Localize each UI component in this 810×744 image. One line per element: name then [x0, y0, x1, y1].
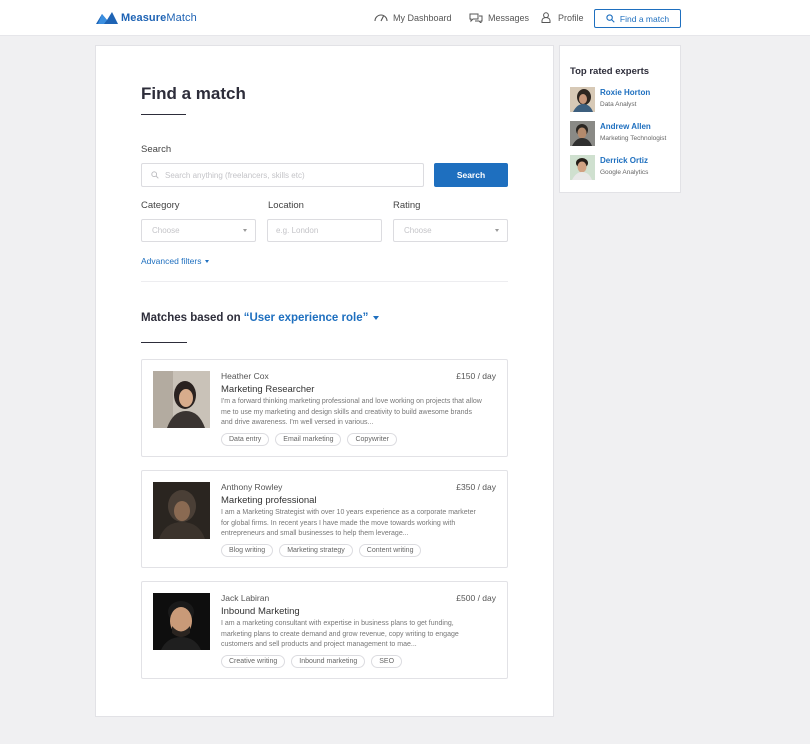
- chevron-down-icon: [495, 229, 499, 232]
- expert-name[interactable]: Jack Labiran: [221, 593, 269, 603]
- brand-name: MeasureMatch: [121, 12, 197, 24]
- expert-name[interactable]: Heather Cox: [221, 371, 269, 381]
- advanced-filters-toggle[interactable]: Advanced filters: [141, 256, 210, 266]
- location-label: Location: [268, 200, 304, 211]
- expert-rate: £350 / day: [456, 482, 496, 492]
- top-expert-name[interactable]: Derrick Ortiz: [600, 156, 648, 165]
- expert-photo: [153, 482, 210, 539]
- location-input[interactable]: e.g. London: [267, 219, 382, 242]
- skill-tag[interactable]: Email marketing: [275, 433, 342, 446]
- skill-tag[interactable]: Inbound marketing: [291, 655, 366, 668]
- nav-profile-label: Profile: [558, 12, 584, 23]
- expert-description: I'm a forward thinking marketing profess…: [221, 398, 482, 426]
- find-a-match-label: Find a match: [619, 13, 670, 24]
- chat-bubbles-icon: [469, 13, 483, 23]
- search-placeholder: Search anything (freelancers, skills etc…: [165, 170, 305, 180]
- category-select[interactable]: Choose: [141, 219, 256, 242]
- location-placeholder: e.g. London: [276, 226, 319, 235]
- skill-tags: Data entry Email marketing Copywriter: [221, 433, 403, 446]
- skill-tags: Creative writing Inbound marketing SEO: [221, 655, 408, 668]
- expert-role: Inbound Marketing: [221, 606, 300, 617]
- avatar: [570, 155, 595, 180]
- match-card[interactable]: Anthony Rowley £350 / day Marketing prof…: [141, 470, 508, 568]
- expert-role: Marketing professional: [221, 495, 317, 506]
- expert-photo: [153, 593, 210, 650]
- top-expert-title: Google Analytics: [600, 169, 649, 176]
- skill-tags: Blog writing Marketing strategy Content …: [221, 544, 427, 557]
- skill-tag[interactable]: Copywriter: [347, 433, 397, 446]
- avatar: [570, 87, 595, 112]
- nav-my-dashboard-label: My Dashboard: [393, 12, 452, 23]
- top-expert-item[interactable]: Derrick Ortiz Google Analytics: [570, 155, 680, 183]
- skill-tag[interactable]: Blog writing: [221, 544, 274, 557]
- matches-prefix: Matches based on: [141, 312, 241, 324]
- search-icon: [151, 171, 159, 179]
- nav-messages-label: Messages: [488, 12, 530, 23]
- avatar: [570, 121, 595, 146]
- category-label: Category: [141, 200, 180, 211]
- matches-heading: Matches based on “User experience role”: [141, 312, 380, 324]
- advanced-filters-label: Advanced filters: [141, 256, 202, 266]
- expert-rate: £150 / day: [456, 371, 496, 381]
- brand-logo[interactable]: MeasureMatch: [96, 11, 197, 25]
- title-underline: [141, 114, 186, 115]
- page-title: Find a match: [141, 84, 246, 103]
- top-expert-name[interactable]: Roxie Horton: [600, 88, 650, 97]
- rating-select[interactable]: Choose: [393, 219, 508, 242]
- find-match-panel: Find a match Search Search anything (fre…: [95, 45, 554, 717]
- top-expert-title: Data Analyst: [600, 101, 637, 108]
- search-icon: [606, 14, 615, 23]
- top-expert-title: Marketing Technologist: [600, 135, 667, 142]
- rating-label: Rating: [393, 200, 421, 211]
- expert-rate: £500 / day: [456, 593, 496, 603]
- nav-messages[interactable]: Messages: [469, 12, 529, 23]
- measurematch-logo-icon: [96, 12, 118, 24]
- expert-name[interactable]: Anthony Rowley: [221, 482, 282, 492]
- chevron-down-icon: [243, 229, 247, 232]
- top-rated-experts-panel: Top rated experts Roxie Horton Data Anal…: [559, 45, 681, 193]
- skill-tag[interactable]: Marketing strategy: [279, 544, 353, 557]
- skill-tag[interactable]: Creative writing: [221, 655, 286, 668]
- person-icon: [541, 12, 551, 23]
- section-divider: [141, 281, 508, 282]
- search-label: Search: [141, 144, 172, 155]
- skill-tag[interactable]: Content writing: [358, 544, 422, 557]
- top-expert-item[interactable]: Roxie Horton Data Analyst: [570, 87, 680, 115]
- chevron-down-icon[interactable]: [373, 316, 380, 320]
- top-expert-item[interactable]: Andrew Allen Marketing Technologist: [570, 121, 680, 149]
- rating-select-value: Choose: [404, 226, 432, 235]
- skill-tag[interactable]: Data entry: [221, 433, 270, 446]
- top-navigation-bar: MeasureMatch My Dashboard Messages Profi…: [0, 0, 810, 36]
- matches-query-dropdown[interactable]: “User experience role”: [244, 312, 369, 324]
- expert-role: Marketing Researcher: [221, 384, 315, 395]
- chevron-down-icon: [205, 259, 210, 263]
- match-card[interactable]: Heather Cox £150 / day Marketing Researc…: [141, 359, 508, 457]
- matches-underline: [141, 342, 187, 343]
- match-card[interactable]: Jack Labiran £500 / day Inbound Marketin…: [141, 581, 508, 679]
- nav-my-dashboard[interactable]: My Dashboard: [374, 12, 452, 23]
- expert-description: I am a Marketing Strategist with over 10…: [221, 509, 476, 537]
- top-expert-name[interactable]: Andrew Allen: [600, 122, 651, 131]
- expert-photo: [153, 371, 210, 428]
- nav-profile[interactable]: Profile: [539, 12, 584, 23]
- category-select-value: Choose: [152, 226, 180, 235]
- search-input[interactable]: Search anything (freelancers, skills etc…: [141, 163, 424, 187]
- expert-description: I am a marketing consultant with experti…: [221, 620, 459, 648]
- skill-tag[interactable]: SEO: [371, 655, 403, 668]
- dashboard-gauge-icon: [374, 14, 388, 22]
- search-button[interactable]: Search: [434, 163, 508, 187]
- find-a-match-button[interactable]: Find a match: [594, 9, 681, 28]
- top-rated-experts-title: Top rated experts: [570, 66, 650, 77]
